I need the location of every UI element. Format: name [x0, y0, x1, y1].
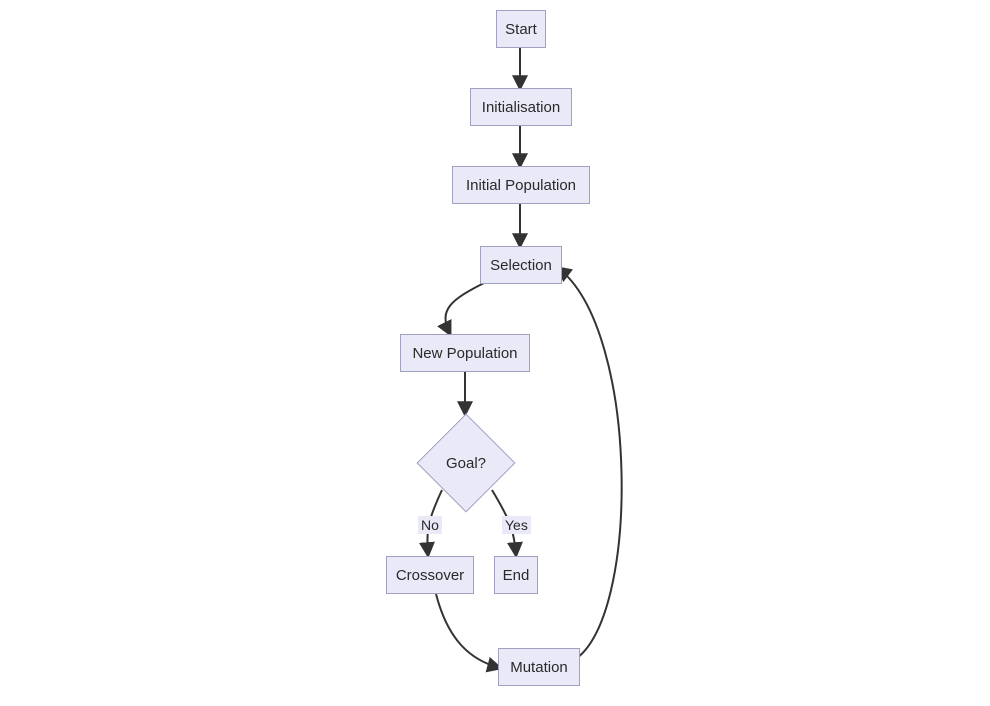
node-start: Start [496, 10, 546, 48]
node-initialisation-label: Initialisation [482, 99, 560, 116]
node-selection-label: Selection [490, 257, 552, 274]
node-initial-population: Initial Population [452, 166, 590, 204]
edge-label-no: No [418, 516, 442, 534]
node-mutation-label: Mutation [510, 659, 568, 676]
node-crossover-label: Crossover [396, 567, 464, 584]
node-new-population-label: New Population [412, 345, 517, 362]
node-goal-label: Goal? [446, 455, 486, 472]
node-initial-population-label: Initial Population [466, 177, 576, 194]
node-new-population: New Population [400, 334, 530, 372]
node-goal: Goal? [417, 414, 515, 512]
edge-label-yes: Yes [502, 516, 531, 534]
node-end: End [494, 556, 538, 594]
node-end-label: End [503, 567, 530, 584]
node-mutation: Mutation [498, 648, 580, 686]
node-initialisation: Initialisation [470, 88, 572, 126]
node-start-label: Start [505, 21, 537, 38]
node-selection: Selection [480, 246, 562, 284]
node-crossover: Crossover [386, 556, 474, 594]
